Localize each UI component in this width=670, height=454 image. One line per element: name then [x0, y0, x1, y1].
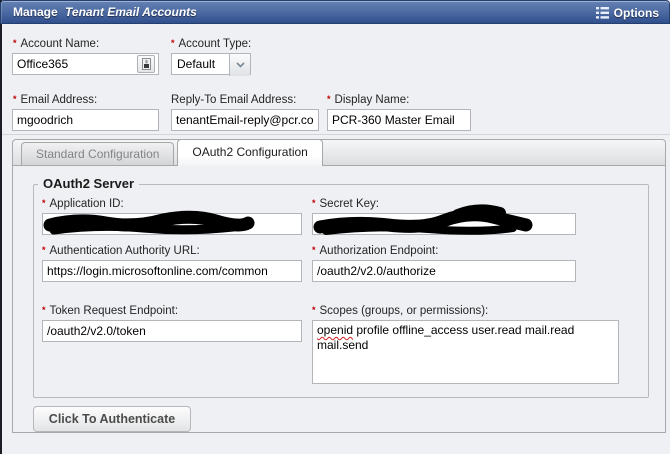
account-type-combobox[interactable]: Default	[171, 53, 251, 75]
token-request-endpoint-input[interactable]	[42, 320, 302, 342]
section-divider	[2, 134, 670, 135]
page-title-prefix: Manage	[13, 5, 58, 19]
email-address-label: *Email Address:	[13, 94, 97, 106]
options-button-label: Options	[614, 6, 659, 20]
tab-standard-configuration[interactable]: Standard Configuration	[21, 142, 174, 165]
oauth2-server-legend: OAuth2 Server	[38, 176, 139, 191]
scopes-rest: profile offline_access user.read mail.re…	[317, 323, 574, 352]
edit-trigger-icon[interactable]	[137, 55, 155, 73]
tab-oauth2-configuration[interactable]: OAuth2 Configuration	[177, 139, 322, 166]
account-type-value: Default	[177, 57, 215, 71]
required-marker: *	[312, 305, 316, 315]
application-id-input[interactable]	[42, 213, 302, 235]
reply-to-label: Reply-To Email Address:	[171, 94, 296, 106]
required-marker: *	[327, 94, 331, 104]
display-name-input[interactable]	[327, 109, 471, 131]
token-request-endpoint-label: *Token Request Endpoint:	[42, 305, 178, 317]
page-title-entity: Tenant Email Accounts	[65, 5, 197, 19]
account-name-label: *Account Name:	[13, 38, 99, 50]
required-marker: *	[42, 198, 46, 208]
account-type-label: *Account Type:	[171, 38, 251, 50]
secret-key-label: *Secret Key:	[312, 198, 379, 210]
email-address-input[interactable]	[12, 109, 159, 131]
tab-strip: Standard Configuration OAuth2 Configurat…	[13, 140, 665, 166]
options-button[interactable]: Options	[596, 1, 659, 25]
auth-authority-url-input[interactable]	[42, 260, 302, 282]
required-marker: *	[312, 198, 316, 208]
required-marker: *	[171, 38, 175, 48]
auth-authority-url-label: *Authentication Authority URL:	[42, 245, 200, 257]
chevron-down-icon[interactable]	[229, 54, 250, 76]
scopes-label: *Scopes (groups, or permissions):	[312, 305, 488, 317]
required-marker: *	[42, 305, 46, 315]
required-marker: *	[13, 38, 17, 48]
required-marker: *	[312, 245, 316, 255]
authorization-endpoint-input[interactable]	[312, 260, 576, 282]
window-left-border	[0, 0, 2, 454]
authorization-endpoint-label: *Authorization Endpoint:	[312, 245, 438, 257]
display-name-label: *Display Name:	[327, 94, 409, 106]
oauth2-server-fieldset: OAuth2 Server *Application ID: *Secret K…	[33, 184, 649, 398]
reply-to-input[interactable]	[171, 109, 319, 131]
titlebar: Manage Tenant Email Accounts Options	[0, 0, 670, 24]
configuration-tabpanel: Standard Configuration OAuth2 Configurat…	[12, 139, 666, 433]
options-list-icon	[596, 7, 609, 19]
application-id-label: *Application ID:	[42, 198, 124, 210]
click-to-authenticate-button[interactable]: Click To Authenticate	[33, 406, 191, 432]
scopes-misspelled-word: openid	[317, 323, 353, 337]
required-marker: *	[13, 94, 17, 104]
secret-key-input[interactable]	[312, 213, 576, 235]
scopes-textarea[interactable]: openid profile offline_access user.read …	[312, 320, 619, 384]
required-marker: *	[42, 245, 46, 255]
page-title: Manage Tenant Email Accounts	[13, 5, 197, 19]
